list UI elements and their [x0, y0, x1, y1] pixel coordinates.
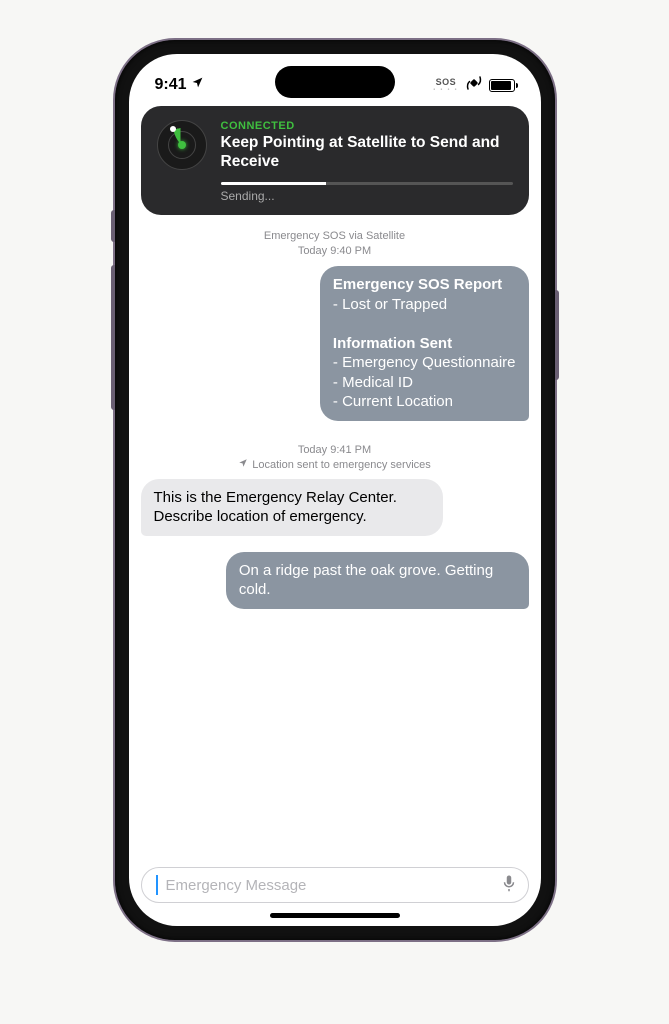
- location-arrow-icon: [191, 76, 204, 94]
- satellite-status-banner: CONNECTED Keep Pointing at Satellite to …: [141, 106, 529, 215]
- microphone-icon[interactable]: [500, 873, 518, 898]
- thread-timestamp: Today 9:40 PM: [141, 244, 529, 259]
- satellite-icon: [465, 74, 483, 97]
- sos-indicator: SOS • • • •: [433, 78, 458, 93]
- message-bubble-outgoing[interactable]: Emergency SOS Report - Lost or Trapped I…: [320, 266, 529, 421]
- text-caret: [156, 875, 158, 895]
- message-thread[interactable]: Emergency SOS via Satellite Today 9:40 P…: [129, 215, 541, 859]
- banner-title: Keep Pointing at Satellite to Send and R…: [221, 133, 513, 172]
- sending-progress-bar: [221, 182, 513, 185]
- status-time: 9:41: [155, 76, 187, 94]
- info-heading: Information Sent: [333, 335, 452, 352]
- location-arrow-icon: [238, 458, 248, 473]
- satellite-radar-icon: [157, 120, 207, 170]
- input-bar: [129, 859, 541, 913]
- message-input-container[interactable]: [141, 867, 529, 903]
- message-bubble-outgoing[interactable]: On a ridge past the oak grove. Getting c…: [226, 552, 529, 609]
- sending-label: Sending...: [221, 189, 513, 203]
- battery-icon: [489, 79, 515, 92]
- location-sent-note: Location sent to emergency services: [252, 458, 431, 473]
- phone-frame: 9:41 SOS • • • •: [115, 40, 555, 940]
- message-bubble-incoming[interactable]: This is the Emergency Relay Center. Desc…: [141, 479, 444, 536]
- report-heading: Emergency SOS Report: [333, 276, 502, 293]
- thread-title: Emergency SOS via Satellite: [141, 229, 529, 244]
- dynamic-island: [275, 66, 395, 98]
- thread-header: Emergency SOS via Satellite Today 9:40 P…: [141, 229, 529, 259]
- message-input[interactable]: [166, 877, 492, 894]
- screen: 9:41 SOS • • • •: [129, 54, 541, 926]
- home-indicator[interactable]: [270, 913, 400, 918]
- midstamp-time: Today 9:41 PM: [141, 443, 529, 458]
- connection-status: CONNECTED: [221, 120, 513, 132]
- mid-timestamp: Today 9:41 PM Location sent to emergency…: [141, 443, 529, 473]
